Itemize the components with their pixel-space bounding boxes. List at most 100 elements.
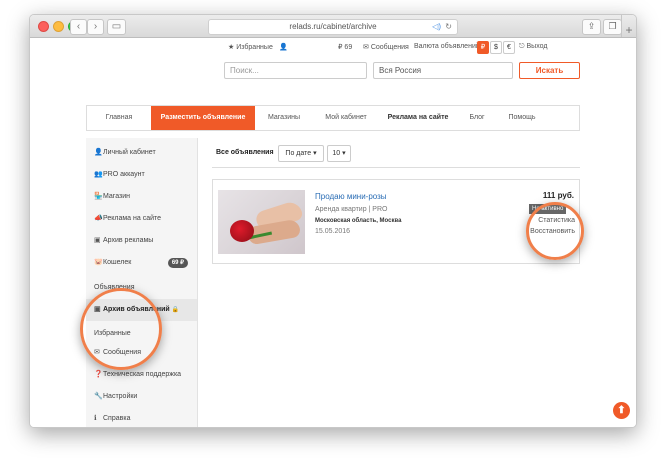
ad-thumbnail[interactable] xyxy=(218,190,305,254)
sidebar-item-label: Архив объявлений xyxy=(103,306,170,313)
envelope-icon: ✉ xyxy=(363,44,369,51)
sort-dropdown[interactable]: По дате ▾ xyxy=(278,145,324,162)
audio-icon[interactable]: ◁) xyxy=(432,20,441,34)
address-bar[interactable]: relads.ru/cabinet/archive ◁) ↻ xyxy=(208,19,458,35)
question-icon: ❓ xyxy=(94,371,103,378)
sidebar-item-advertising[interactable]: 📣Реклама на сайте xyxy=(86,208,197,230)
ad-price: 111 руб. xyxy=(542,191,574,200)
forward-button[interactable]: › xyxy=(87,19,104,35)
sidebar-item-label: Настройки xyxy=(103,393,138,400)
ad-location: Московская область, Москва xyxy=(315,218,402,224)
currency-label: Валюта объявлений: xyxy=(414,43,482,50)
new-tab-button[interactable]: + xyxy=(621,15,636,37)
menu-item-advertising[interactable]: Реклама на сайте xyxy=(379,106,457,130)
sidebar-item-messages[interactable]: ✉ Сообщения xyxy=(86,342,197,364)
envelope-icon: ✉ xyxy=(94,349,100,356)
sidebar-item-cabinet[interactable]: 👤Личный кабинет xyxy=(86,142,197,164)
sidebar-item-label: Кошелек xyxy=(103,259,132,266)
menu-item-my-cabinet[interactable]: Мой кабинет xyxy=(313,106,379,130)
statistics-link[interactable]: Статистика xyxy=(538,217,575,224)
sidebar-item-label: Реклама на сайте xyxy=(103,215,162,222)
logout-link[interactable]: ⎋ Выход xyxy=(519,43,547,51)
ruble-icon: ₽ xyxy=(338,44,343,51)
favorites-label: Избранные xyxy=(236,44,273,51)
menu-item-help[interactable]: Помощь xyxy=(497,106,547,130)
wallet-balance-badge: 69 ₽ xyxy=(167,258,188,268)
menu-item-shops[interactable]: Магазины xyxy=(255,106,313,130)
close-window-button[interactable] xyxy=(38,21,49,32)
rose-shape xyxy=(230,220,254,242)
region-value: Вся Россия xyxy=(379,66,422,75)
sidebar-item-pro[interactable]: 👥PRO аккаунт xyxy=(86,164,197,186)
info-icon: ℹ xyxy=(94,415,97,422)
restore-link[interactable]: Восстановить xyxy=(530,228,575,235)
user-icon: 👤 xyxy=(94,149,103,156)
filter-label: Все объявления xyxy=(216,149,274,156)
sidebar-item-label: Архив рекламы xyxy=(103,237,154,244)
megaphone-icon: 📣 xyxy=(94,215,103,222)
user-icon[interactable]: 👤 xyxy=(279,43,288,51)
cabinet-sidebar: 👤Личный кабинет 👥PRO аккаунт 🏪Магазин 📣Р… xyxy=(86,138,198,427)
menu-item-home[interactable]: Главная xyxy=(87,106,151,130)
archive-icon: ▣ xyxy=(94,237,101,244)
per-page-dropdown[interactable]: 10 ▾ xyxy=(327,145,351,162)
sidebar-item-label: Личный кабинет xyxy=(103,149,156,156)
url-text: relads.ru/cabinet/archive xyxy=(289,22,377,31)
sidebar-toggle-icon[interactable]: ▭ xyxy=(107,19,126,35)
search-input[interactable]: Поиск... xyxy=(224,62,367,79)
divider xyxy=(212,167,580,168)
points-value: 69 xyxy=(344,44,353,51)
ad-card: Продаю мини-розы Аренда квартир | PRO Мо… xyxy=(212,179,580,264)
sidebar-item-shop[interactable]: 🏪Магазин xyxy=(86,186,197,208)
currency-rub-button[interactable]: ₽ xyxy=(477,41,489,54)
sidebar-item-label: Техническая поддержка xyxy=(103,371,182,378)
sidebar-item-wallet[interactable]: 🐷Кошелек 69 ₽ xyxy=(86,252,197,274)
menu-item-blog[interactable]: Блог xyxy=(457,106,497,130)
sidebar-item-settings[interactable]: 🔧Настройки xyxy=(86,386,197,408)
scroll-to-top-icon[interactable]: ⬆ xyxy=(613,402,630,419)
browser-window: ‹ › ▭ relads.ru/cabinet/archive ◁) ↻ ⇪ ❐… xyxy=(29,14,637,428)
back-button[interactable]: ‹ xyxy=(70,19,87,35)
wrench-icon: 🔧 xyxy=(94,393,103,400)
logout-label: Выход xyxy=(526,43,548,50)
sidebar-item-label: PRO аккаунт xyxy=(103,171,145,178)
sidebar-item-listings[interactable]: Объявления xyxy=(86,277,197,299)
search-placeholder: Поиск... xyxy=(230,66,259,75)
archive-icon: ▣ xyxy=(94,306,101,313)
sidebar-item-label: Сообщения xyxy=(103,349,141,356)
sidebar-item-label: Избранные xyxy=(94,330,131,337)
users-icon: 👥 xyxy=(94,171,103,178)
status-badge: Не активно xyxy=(529,204,567,214)
tabs-icon[interactable]: ❐ xyxy=(603,19,622,35)
lock-icon: 🔒 xyxy=(171,307,180,313)
sidebar-item-help[interactable]: ℹ Справка xyxy=(86,408,197,427)
page-content: ★ Избранные 👤 ₽ 69 ✉ Сообщения Валюта об… xyxy=(30,38,636,427)
sidebar-item-listing-archive[interactable]: ▣ Архив объявлений 🔒 xyxy=(86,299,197,321)
region-select[interactable]: Вся Россия xyxy=(373,62,513,79)
points-link[interactable]: ₽ 69 xyxy=(338,43,352,51)
ad-date: 15.05.2016 xyxy=(315,228,351,235)
piggy-bank-icon: 🐷 xyxy=(94,259,103,266)
ad-category: Аренда квартир | PRO xyxy=(315,206,388,213)
menu-item-post-ad[interactable]: Разместить объявление xyxy=(151,106,255,130)
shop-icon: 🏪 xyxy=(94,193,103,200)
find-button[interactable]: Искать xyxy=(519,62,580,79)
favorites-link[interactable]: ★ Избранные xyxy=(228,43,273,51)
messages-link[interactable]: ✉ Сообщения xyxy=(363,43,409,51)
sidebar-item-ad-archive[interactable]: ▣ Архив рекламы xyxy=(86,230,197,252)
browser-titlebar: ‹ › ▭ relads.ru/cabinet/archive ◁) ↻ ⇪ ❐… xyxy=(30,15,636,38)
main-menu: Главная Разместить объявление Магазины М… xyxy=(86,105,580,131)
messages-label: Сообщения xyxy=(370,44,409,51)
currency-eur-button[interactable]: € xyxy=(503,41,515,54)
ad-title-link[interactable]: Продаю мини-розы xyxy=(315,192,387,201)
sidebar-item-label: Объявления xyxy=(94,284,135,291)
hand-shape xyxy=(246,218,302,246)
sidebar-item-support[interactable]: ❓Техническая поддержка xyxy=(86,364,197,386)
sidebar-item-label: Магазин xyxy=(103,193,131,200)
share-icon[interactable]: ⇪ xyxy=(582,19,601,35)
currency-usd-button[interactable]: $ xyxy=(490,41,502,54)
logout-icon: ⎋ xyxy=(519,43,525,50)
minimize-window-button[interactable] xyxy=(53,21,64,32)
reload-icon[interactable]: ↻ xyxy=(445,20,452,34)
star-icon: ★ xyxy=(228,44,235,51)
